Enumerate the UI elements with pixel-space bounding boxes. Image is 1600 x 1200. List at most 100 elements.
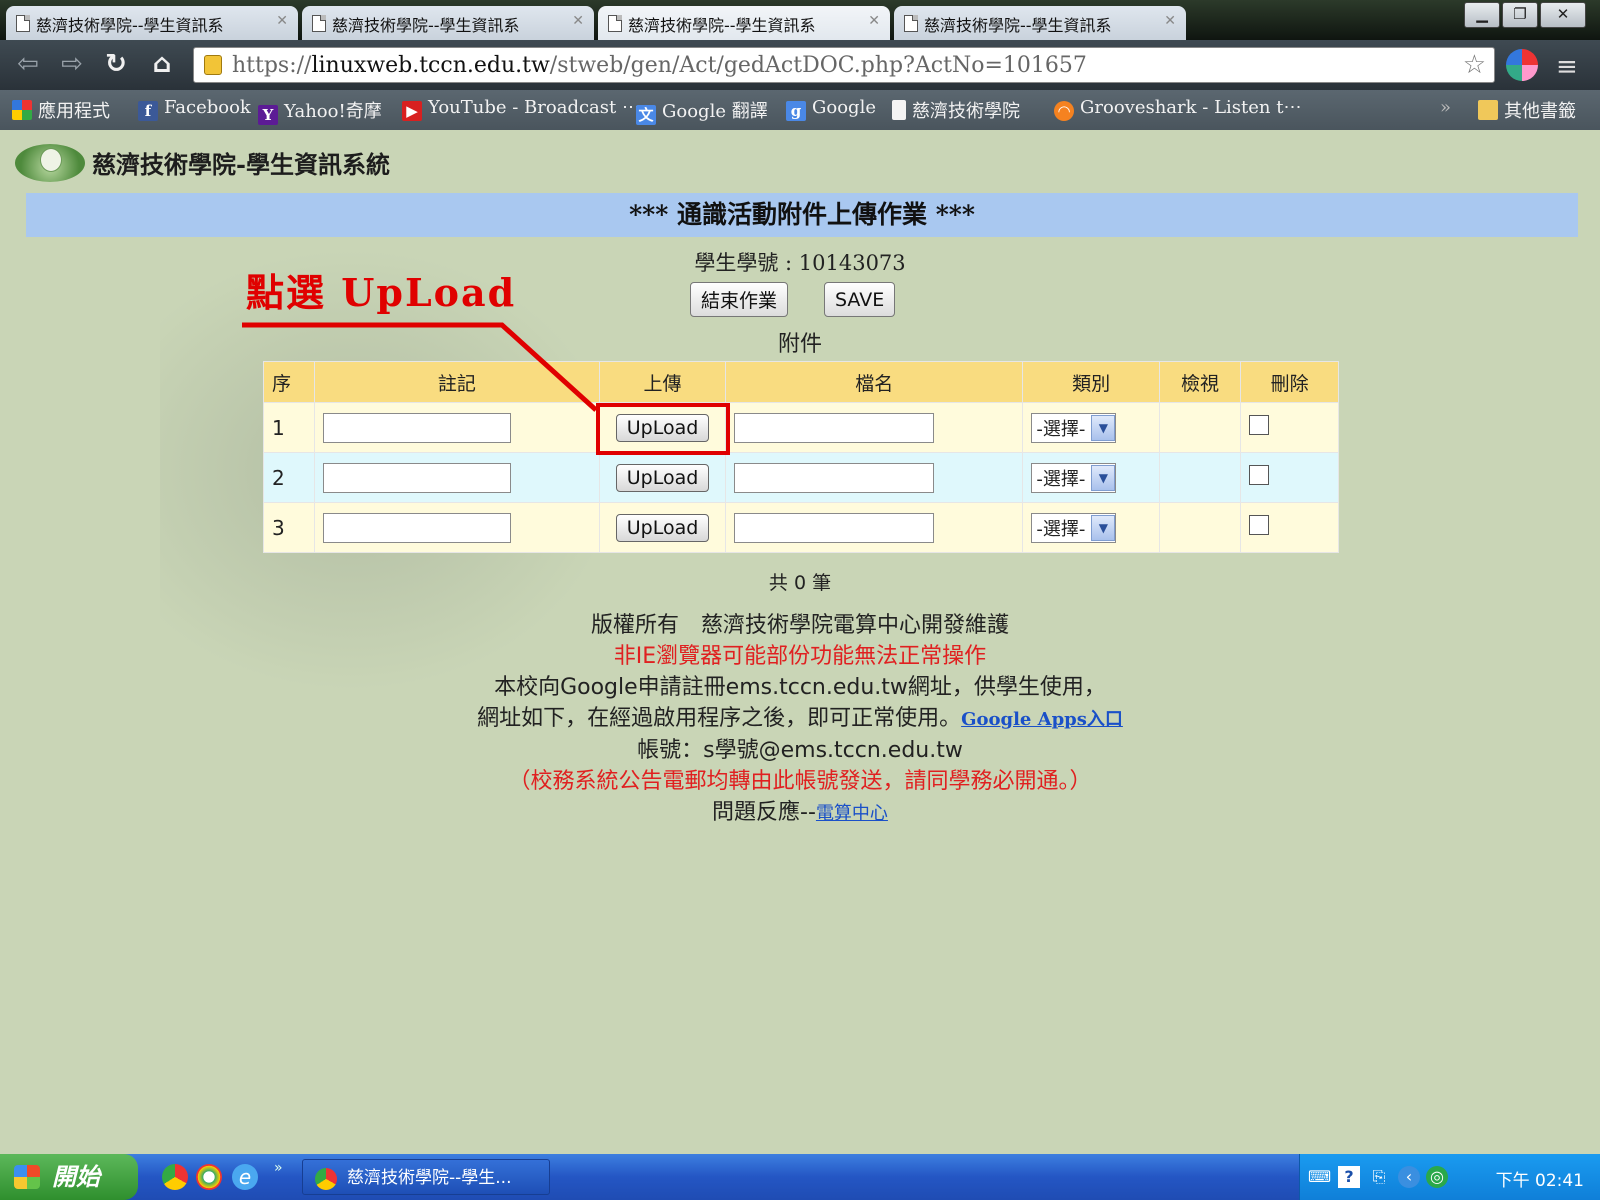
media-player-quicklaunch-icon[interactable] — [196, 1164, 222, 1190]
col-header-filename: 檔名 — [725, 361, 1024, 403]
chrome-quicklaunch-icon[interactable] — [162, 1164, 188, 1190]
filename-input[interactable] — [734, 462, 935, 493]
forward-icon[interactable]: ⇨ — [56, 49, 88, 79]
tab-strip: 慈濟技術學院--學生資訊系 ✕ 慈濟技術學院--學生資訊系 ✕ 慈濟技術學院--… — [0, 0, 1600, 40]
windows-logo-icon — [14, 1165, 40, 1189]
delete-checkbox[interactable] — [1249, 465, 1270, 485]
col-header-upload: 上傳 — [598, 361, 727, 403]
row-number: 1 — [263, 402, 315, 453]
end-task-button[interactable]: 結束作業 — [690, 282, 789, 317]
bookmark-grooveshark[interactable]: ◠ Grooveshark - Listen t⋯ — [1054, 97, 1301, 121]
minimize-icon[interactable]: ▁ — [1464, 2, 1500, 28]
action-buttons: 結束作業 SAVE — [690, 282, 896, 317]
filename-input[interactable] — [734, 412, 935, 443]
bookmark-google-translate[interactable]: 文 Google 翻譯 — [636, 97, 768, 125]
close-tab-icon[interactable]: ✕ — [276, 13, 288, 29]
close-window-icon[interactable]: ✕ — [1540, 2, 1586, 28]
page-banner: *** 通識活動附件上傳作業 *** — [26, 193, 1578, 237]
browser-tab-4[interactable]: 慈濟技術學院--學生資訊系 ✕ — [894, 6, 1186, 40]
google-translate-icon: 文 — [636, 105, 656, 125]
note-input[interactable] — [322, 462, 511, 493]
folder-icon — [1478, 100, 1498, 120]
menu-icon[interactable]: ≡ — [1556, 52, 1578, 82]
page-content: 慈濟技術學院-學生資訊系統 *** 通識活動附件上傳作業 *** 學生學號 : … — [0, 130, 1600, 1154]
page-footer: 版權所有 慈濟技術學院電算中心開發維護 非IE瀏覽器可能部份功能無法正常操作 本… — [0, 610, 1600, 829]
notice-text: （校務系統公告電郵均轉由此帳號發送，請同學務必開通。） — [508, 769, 1092, 794]
bookmark-star-icon[interactable]: ☆ — [1463, 50, 1486, 80]
footer-line-1: 本校向Google申請註冊ems.tccn.edu.tw網址，供學生使用， — [494, 675, 1106, 700]
close-tab-icon[interactable]: ✕ — [572, 13, 584, 29]
expand-tray-icon[interactable]: ‹ — [1398, 1166, 1420, 1188]
ie-quicklaunch-icon[interactable]: e — [232, 1164, 258, 1190]
note-input[interactable] — [322, 512, 511, 543]
quicklaunch-overflow-icon[interactable]: » — [274, 1160, 283, 1176]
browser-tab-2[interactable]: 慈濟技術學院--學生資訊系 ✕ — [302, 6, 594, 40]
footer-line-2: 網址如下，在經過啟用程序之後，即可正常使用。Google Apps入口 — [477, 706, 1123, 731]
page-icon — [608, 15, 622, 32]
category-select[interactable]: -選擇- ▼ — [1031, 412, 1117, 443]
keyboard-icon[interactable]: ⌨ — [1308, 1166, 1331, 1188]
page-icon — [904, 15, 918, 32]
home-icon[interactable]: ⌂ — [146, 49, 178, 79]
network-icon[interactable]: ⎘ — [1368, 1166, 1390, 1188]
bookmark-tccn[interactable]: 慈濟技術學院 — [892, 97, 1020, 123]
col-header-delete: 刪除 — [1240, 361, 1339, 403]
delete-checkbox[interactable] — [1249, 415, 1270, 435]
attachments-table: 序 註記 上傳 檔名 類別 檢視 刪除 1 UpLoad -選擇- ▼ 2 Up… — [263, 361, 1339, 553]
browser-tab-3[interactable]: 慈濟技術學院--學生資訊系 ✕ — [598, 6, 890, 40]
other-bookmarks[interactable]: 其他書籤 — [1478, 97, 1576, 123]
upload-button[interactable]: UpLoad — [615, 463, 710, 492]
col-header-view: 檢視 — [1158, 361, 1242, 403]
tab-title: 慈濟技術學院--學生資訊系 — [332, 16, 520, 35]
chevron-down-icon: ▼ — [1091, 464, 1116, 491]
annotation-highlight-box — [596, 403, 730, 455]
restore-icon[interactable]: ❐ — [1502, 2, 1538, 28]
student-id: 學生學號 : 10143073 — [694, 251, 906, 275]
google-icon: g — [786, 101, 806, 121]
category-select[interactable]: -選擇- ▼ — [1031, 462, 1117, 493]
chevron-down-icon: ▼ — [1091, 514, 1116, 541]
apps-icon — [12, 100, 32, 120]
taskbar: 開始 e » 慈濟技術學院--學生... ⌨ ? ⎘ ‹ ◎ 下午 02:41 — [0, 1154, 1600, 1200]
tab-title: 慈濟技術學院--學生資訊系 — [36, 16, 224, 35]
bookmark-apps[interactable]: 應用程式 — [12, 97, 110, 123]
bookmark-yahoo[interactable]: Y Yahoo!奇摩 — [258, 97, 382, 125]
reload-icon[interactable]: ↻ — [100, 49, 132, 79]
computer-center-link[interactable]: 電算中心 — [816, 803, 888, 824]
site-title: 慈濟技術學院-學生資訊系統 — [92, 149, 390, 179]
annotation-text: 點選 UpLoad — [246, 270, 517, 315]
delete-checkbox[interactable] — [1249, 515, 1270, 535]
taskbar-window-button[interactable]: 慈濟技術學院--學生... — [302, 1159, 550, 1195]
bookmark-google[interactable]: g Google — [786, 97, 876, 121]
category-select[interactable]: -選擇- ▼ — [1031, 512, 1117, 543]
bookmark-facebook[interactable]: f Facebook — [138, 97, 251, 121]
back-icon[interactable]: ⇦ — [12, 49, 44, 79]
status-icon[interactable]: ◎ — [1426, 1166, 1448, 1188]
chevron-down-icon: ▼ — [1091, 414, 1116, 441]
save-button[interactable]: SAVE — [824, 282, 896, 317]
filename-input[interactable] — [734, 512, 935, 543]
google-apps-link[interactable]: Google Apps入口 — [961, 709, 1123, 730]
account-text: 帳號：s學號@ems.tccn.edu.tw — [637, 738, 963, 763]
page-icon — [892, 100, 906, 120]
bookmark-youtube[interactable]: ▶ YouTube - Broadcast ⋯ — [402, 97, 640, 121]
tab-title: 慈濟技術學院--學生資訊系 — [924, 16, 1112, 35]
extension-icon[interactable] — [1506, 49, 1538, 81]
chrome-icon — [315, 1168, 337, 1190]
school-logo — [12, 140, 88, 184]
col-header-no: 序 — [263, 361, 315, 403]
col-header-category: 類別 — [1022, 361, 1160, 403]
bookmarks-overflow-chevron[interactable]: » — [1440, 97, 1451, 118]
address-bar[interactable]: https://linuxweb.tccn.edu.tw/stweb/gen/A… — [193, 47, 1495, 83]
note-input[interactable] — [322, 412, 511, 443]
window-controls: ▁ ❐ ✕ — [1464, 2, 1586, 28]
start-button[interactable]: 開始 — [0, 1154, 138, 1200]
close-tab-icon[interactable]: ✕ — [868, 13, 880, 29]
browser-tab-1[interactable]: 慈濟技術學院--學生資訊系 ✕ — [6, 6, 298, 40]
lock-warning-icon[interactable] — [204, 55, 222, 75]
close-tab-icon[interactable]: ✕ — [1164, 13, 1176, 29]
upload-button[interactable]: UpLoad — [615, 513, 710, 542]
grooveshark-icon: ◠ — [1054, 101, 1074, 121]
bookmarks-bar: 應用程式 f Facebook Y Yahoo!奇摩 ▶ YouTube - Broa… — [0, 90, 1600, 130]
help-icon[interactable]: ? — [1338, 1166, 1360, 1188]
